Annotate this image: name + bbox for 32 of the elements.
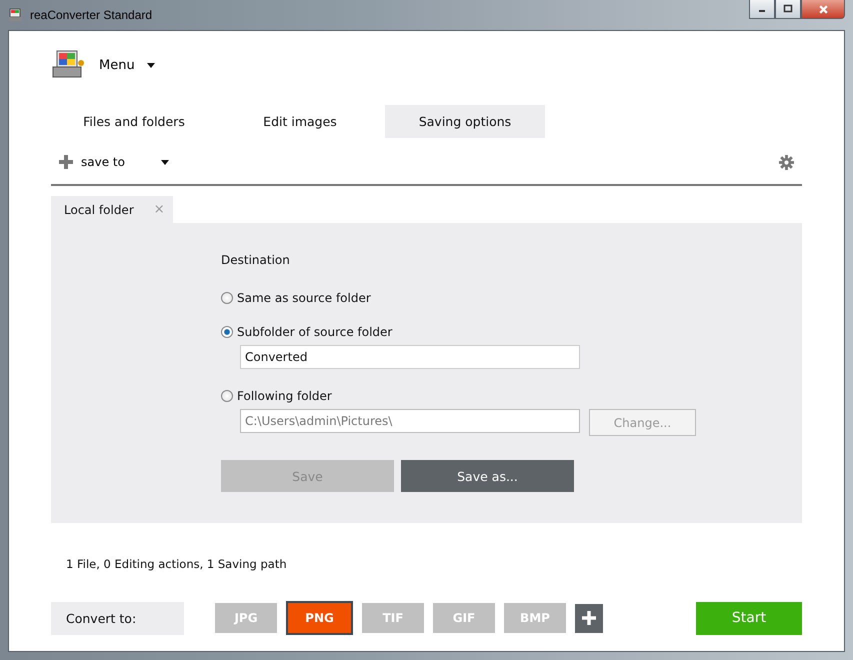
minimize-button[interactable]: [749, 0, 775, 19]
maximize-button[interactable]: [775, 0, 801, 19]
radio-option[interactable]: Subfolder of source folder: [221, 325, 802, 339]
tab[interactable]: Saving options: [385, 105, 545, 138]
settings-icon[interactable]: [779, 154, 794, 170]
tab[interactable]: Edit images: [217, 105, 383, 138]
format-button[interactable]: PNG: [286, 601, 353, 635]
maximize-icon: [783, 4, 793, 14]
save-to-dropdown[interactable]: save to: [59, 155, 169, 169]
radio-button[interactable]: [221, 390, 233, 402]
caret-icon: [160, 160, 169, 164]
tab[interactable]: Files and folders: [51, 105, 217, 138]
window-title: reaConverter Standard: [30, 8, 152, 22]
add-format-button[interactable]: [575, 604, 603, 632]
convert-to-label: Convert to:: [51, 602, 184, 634]
radio-button[interactable]: [221, 326, 233, 338]
menu-button[interactable]: Menu: [99, 58, 155, 72]
summary-text: 1 File, 0 Editing actions, 1 Saving path: [65, 557, 288, 571]
app-icon: [8, 7, 24, 23]
save-button[interactable]: Save as...: [401, 460, 574, 492]
folder-field[interactable]: Converted: [240, 345, 580, 369]
radio-button[interactable]: [221, 292, 233, 304]
close-icon: [818, 4, 828, 14]
radio-option[interactable]: Following folder: [221, 389, 802, 403]
section-heading: Destination: [221, 253, 291, 267]
plus-icon: [59, 155, 73, 169]
caret-icon: [146, 62, 155, 68]
folder-tab[interactable]: Local folder ×: [51, 196, 173, 223]
tab-label: Local folder: [64, 202, 134, 216]
close-button[interactable]: [801, 0, 845, 19]
radio-option[interactable]: Same as source folder: [221, 291, 802, 305]
plus-icon: [582, 611, 596, 625]
